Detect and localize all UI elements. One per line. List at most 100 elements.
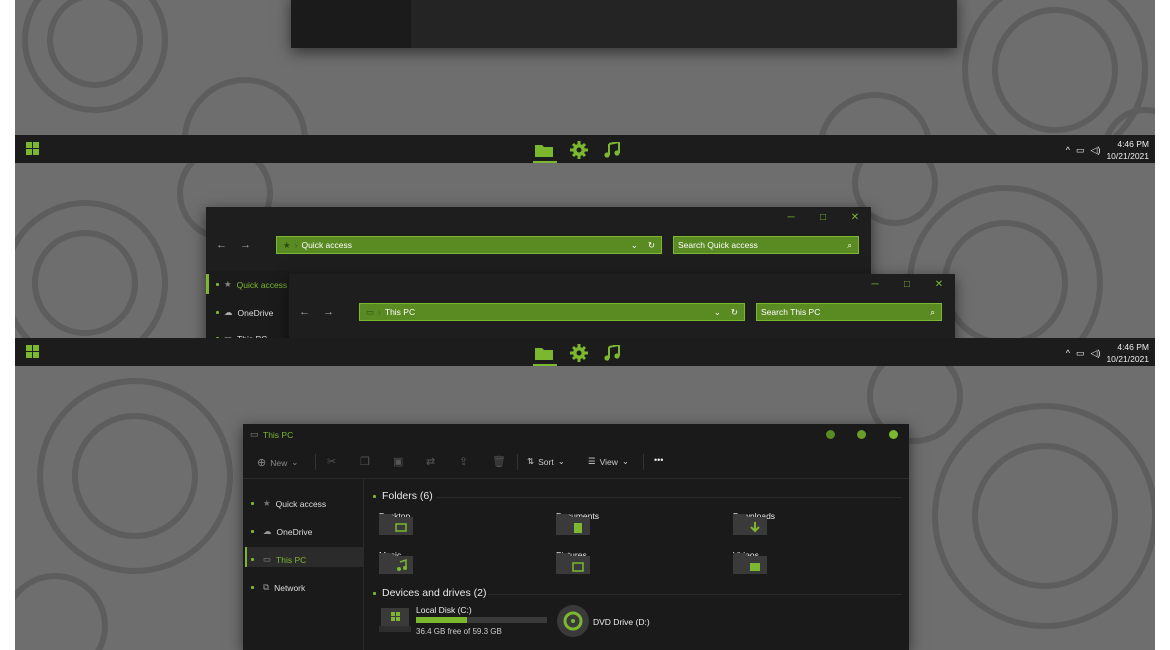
address-bar[interactable]: ▭ › This PC ⌄ ↻	[359, 303, 745, 321]
caption-buttons: ─ □ ✕	[775, 207, 871, 227]
address-bar[interactable]: ★ › Quick access ⌄ ↻	[276, 236, 662, 254]
taskbar: ^ ▭ ◁) 4:46 PM 10/21/2021	[15, 338, 1155, 366]
cut-icon[interactable]: ✂	[327, 455, 336, 468]
minimize-button[interactable]: ─	[775, 207, 807, 227]
system-tray: ^ ▭ ◁) 4:46 PM 10/21/2021	[1066, 138, 1149, 162]
plus-circle-icon: ⊕	[257, 457, 267, 469]
bullet-icon	[373, 591, 376, 595]
bullet-icon	[216, 311, 219, 314]
folder-downloads[interactable]: Downloads	[733, 511, 775, 535]
search-box[interactable]: Search This PC ⌕	[756, 303, 942, 321]
chevron-down-icon[interactable]: ⌄	[631, 240, 638, 251]
network-icon[interactable]: ▭	[1076, 145, 1085, 156]
section-title: Devices and drives (2)	[382, 587, 487, 599]
chevron-up-icon[interactable]: ^	[1066, 145, 1070, 155]
taskbar-settings-button[interactable]	[566, 139, 592, 161]
folder-icon	[733, 553, 767, 574]
delete-icon[interactable]: 🗑	[492, 455, 506, 468]
address-text: Quick access	[301, 240, 353, 250]
computer-icon: ▭	[366, 306, 375, 317]
maximize-button[interactable]	[857, 430, 866, 439]
sidebar-selection-bar	[245, 547, 247, 567]
sidebar-item-onedrive[interactable]: ☁ OneDrive	[251, 526, 312, 537]
desktop-wallpaper: ▭ This PC ⊕ New ⌄ ✂ ❐ ▣ ⇄ ⇪ 🗑 ⇅ Sort ⌄ ☰…	[15, 366, 1155, 650]
share-icon[interactable]: ⇪	[459, 455, 468, 468]
taskbar-explorer-button[interactable]	[531, 342, 557, 366]
sidebar-item-label: OneDrive	[237, 307, 274, 318]
separator	[315, 454, 316, 470]
folder-desktop[interactable]: Desktop	[379, 511, 413, 535]
start-button[interactable]	[26, 345, 39, 358]
screenshot-top: ^ ▭ ◁) 4:46 PM 10/21/2021	[15, 0, 1155, 163]
close-button[interactable]: ✕	[923, 274, 955, 294]
music-note-icon	[604, 345, 620, 361]
chevron-up-icon[interactable]: ^	[1066, 348, 1070, 358]
cloud-icon: ☁	[224, 307, 233, 317]
drive-d[interactable]: DVD Drive (D:)	[556, 604, 726, 640]
bullet-icon	[251, 530, 254, 533]
sidebar-item-quick-access[interactable]: ★ Quick access	[251, 498, 326, 509]
copy-icon[interactable]: ❐	[360, 455, 370, 468]
forward-arrow-icon[interactable]: →	[323, 306, 334, 318]
close-button[interactable]: ✕	[839, 207, 871, 227]
star-icon: ★	[283, 239, 291, 250]
sidebar-item-quick-access[interactable]: ★ Quick access	[216, 279, 287, 290]
start-button[interactable]	[26, 142, 39, 155]
folder-videos[interactable]: Videos	[733, 550, 767, 574]
view-button[interactable]: ☰ View ⌄	[588, 456, 629, 467]
taskbar-explorer-button[interactable]	[531, 139, 557, 163]
bullet-icon	[251, 586, 254, 589]
search-box[interactable]: Search Quick access ⌕	[673, 236, 859, 254]
close-button[interactable]	[889, 430, 898, 439]
minimize-button[interactable]	[826, 430, 835, 439]
back-arrow-icon[interactable]: ←	[216, 239, 227, 251]
bullet-icon	[251, 502, 254, 505]
taskbar-music-button[interactable]	[599, 342, 625, 364]
sidebar-item-label: OneDrive	[276, 526, 313, 537]
volume-icon[interactable]: ◁)	[1091, 145, 1101, 156]
clock[interactable]: 4:46 PM 10/21/2021	[1106, 341, 1149, 365]
folders-header-line	[436, 497, 902, 498]
search-icon: ⌕	[930, 306, 935, 317]
sidebar-item-this-pc[interactable]: ▭ This PC	[251, 554, 306, 565]
window-title: This PC	[263, 430, 294, 440]
taskbar-settings-button[interactable]	[566, 342, 592, 364]
volume-icon[interactable]: ◁)	[1091, 348, 1101, 359]
drive-usage-bar	[416, 617, 547, 623]
forward-arrow-icon[interactable]: →	[240, 239, 251, 251]
chevron-down-icon: ⌄	[291, 457, 299, 467]
sidebar-item-onedrive[interactable]: ☁ OneDrive	[216, 307, 273, 318]
maximize-button[interactable]: □	[807, 207, 839, 227]
separator	[643, 454, 644, 470]
refresh-icon[interactable]: ↻	[731, 307, 738, 318]
drive-free-space: 36.4 GB free of 59.3 GB	[416, 627, 502, 636]
network-icon[interactable]: ▭	[1076, 348, 1085, 359]
sidebar-item-label: Quick access	[275, 498, 327, 509]
sidebar-item-label: Network	[274, 582, 306, 593]
search-placeholder: Search Quick access	[678, 240, 758, 250]
sort-button[interactable]: ⇅ Sort ⌄	[527, 456, 565, 467]
folders-section-header[interactable]: Folders (6)	[373, 490, 433, 502]
folder-icon	[556, 514, 590, 535]
sidebar-item-label: Quick access	[236, 279, 288, 290]
search-icon: ⌕	[847, 239, 852, 250]
refresh-icon[interactable]: ↻	[648, 240, 655, 251]
rename-icon[interactable]: ⇄	[426, 455, 435, 468]
sidebar-item-network[interactable]: ⧉ Network	[251, 582, 305, 593]
maximize-button[interactable]: □	[891, 274, 923, 294]
more-options-button[interactable]: •••	[654, 455, 663, 465]
folder-music[interactable]: Music	[379, 550, 413, 574]
drive-c[interactable]: Local Disk (C:) 36.4 GB free of 59.3 GB	[379, 604, 549, 640]
minimize-button[interactable]: ─	[859, 274, 891, 294]
paste-icon[interactable]: ▣	[393, 455, 403, 468]
folder-documents[interactable]: Documents	[556, 511, 599, 535]
clock[interactable]: 4:46 PM 10/21/2021	[1106, 138, 1149, 162]
clock-date: 10/21/2021	[1106, 151, 1149, 161]
folder-pictures[interactable]: Pictures	[556, 550, 590, 574]
new-button[interactable]: ⊕ New ⌄	[257, 456, 298, 469]
taskbar-music-button[interactable]	[599, 139, 625, 161]
chevron-down-icon[interactable]: ⌄	[714, 307, 721, 318]
devices-section-header[interactable]: Devices and drives (2)	[373, 587, 486, 599]
star-icon: ★	[263, 498, 271, 508]
back-arrow-icon[interactable]: ←	[299, 306, 310, 318]
